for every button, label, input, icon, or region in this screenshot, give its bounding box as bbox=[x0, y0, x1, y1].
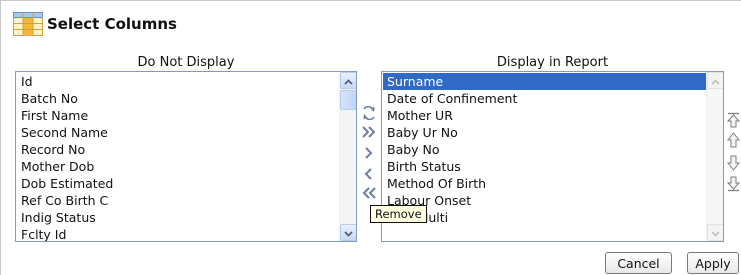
list-item[interactable]: First Name bbox=[17, 107, 339, 124]
move-button[interactable] bbox=[360, 147, 378, 163]
remove-button[interactable] bbox=[360, 168, 378, 184]
list-item[interactable]: Ref Co Birth C bbox=[17, 192, 339, 209]
do-not-display-list[interactable]: Id Batch No First Name Second Name Recor… bbox=[15, 71, 357, 242]
list-item[interactable]: Baby Ur No bbox=[383, 124, 706, 141]
move-down-icon bbox=[726, 155, 741, 176]
list-item[interactable]: Mother UR bbox=[383, 107, 706, 124]
list-item[interactable]: Batch No bbox=[17, 90, 339, 107]
move-up-icon bbox=[726, 131, 741, 153]
do-not-display-heading: Do Not Display bbox=[137, 55, 235, 70]
scroll-up-button[interactable] bbox=[707, 72, 723, 90]
apply-button[interactable]: Apply bbox=[687, 252, 739, 274]
list-item[interactable]: Baby No bbox=[383, 141, 706, 158]
move-all-icon bbox=[361, 125, 377, 143]
reset-button[interactable] bbox=[360, 105, 378, 125]
list-item[interactable]: Id bbox=[17, 73, 339, 90]
move-up-button[interactable] bbox=[726, 131, 741, 153]
right-list-scrollbar[interactable] bbox=[706, 72, 723, 241]
display-in-report-list[interactable]: Surname Date of Confinement Mother UR Ba… bbox=[381, 71, 724, 242]
scroll-thumb[interactable] bbox=[340, 90, 356, 110]
remove-all-icon bbox=[361, 186, 377, 204]
select-columns-panel: Select Columns Do Not Display Display in… bbox=[0, 0, 741, 275]
chevron-down-icon bbox=[711, 224, 720, 242]
panel-header: Select Columns bbox=[13, 10, 177, 38]
move-top-icon bbox=[726, 112, 741, 133]
cancel-button[interactable]: Cancel bbox=[605, 252, 672, 274]
list-item[interactable]: Labour Onset bbox=[383, 192, 706, 209]
remove-icon bbox=[363, 167, 375, 185]
display-in-report-heading: Display in Report bbox=[496, 55, 609, 70]
list-item[interactable]: Fclty Id bbox=[17, 226, 339, 241]
move-all-button[interactable] bbox=[360, 126, 378, 142]
table-icon bbox=[13, 12, 43, 36]
move-bottom-icon bbox=[726, 176, 741, 197]
chevron-up-icon bbox=[344, 72, 353, 90]
list-item[interactable]: Dob Estimated bbox=[17, 175, 339, 192]
scroll-up-button[interactable] bbox=[340, 72, 356, 90]
scroll-down-button[interactable] bbox=[340, 224, 356, 242]
list-item[interactable]: Mother Dob bbox=[17, 158, 339, 175]
list-item[interactable]: Record No bbox=[17, 141, 339, 158]
page-title: Select Columns bbox=[47, 15, 177, 33]
list-item[interactable]: Birth Status bbox=[383, 158, 706, 175]
move-top-button[interactable] bbox=[726, 112, 741, 133]
chevron-down-icon bbox=[344, 224, 353, 242]
scroll-down-button[interactable] bbox=[707, 224, 723, 242]
list-item[interactable]: Method Of Birth bbox=[383, 175, 706, 192]
reset-icon bbox=[361, 105, 377, 125]
left-list-scrollbar[interactable] bbox=[339, 72, 356, 241]
move-icon bbox=[363, 146, 375, 164]
move-down-button[interactable] bbox=[726, 155, 741, 176]
tooltip: Remove bbox=[370, 205, 427, 223]
remove-all-button[interactable] bbox=[360, 187, 378, 203]
list-item[interactable]: Fum Multi bbox=[383, 209, 706, 226]
list-item[interactable]: Second Name bbox=[17, 124, 339, 141]
list-item[interactable]: Indig Status bbox=[17, 209, 339, 226]
list-item-selected[interactable]: Surname bbox=[383, 73, 706, 90]
list-item[interactable]: Date of Confinement bbox=[383, 90, 706, 107]
chevron-up-icon bbox=[711, 72, 720, 90]
move-bottom-button[interactable] bbox=[726, 176, 741, 197]
